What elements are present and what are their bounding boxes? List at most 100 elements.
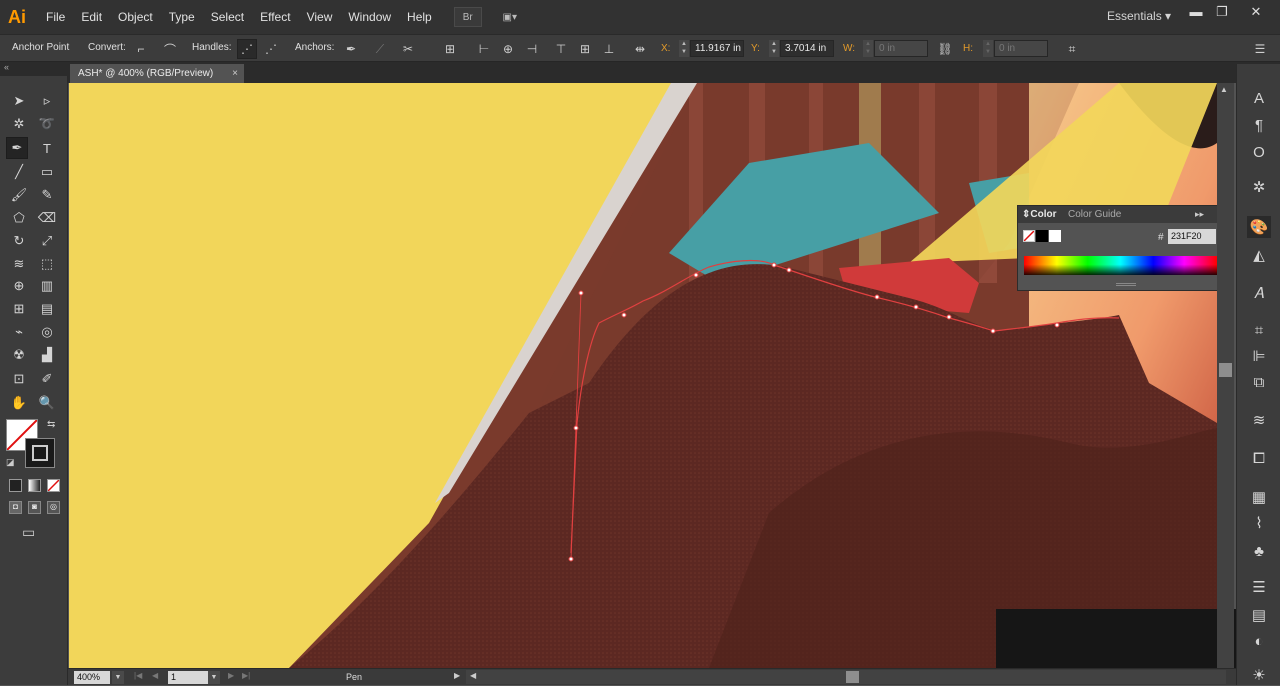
default-colors-icon[interactable]: ◪ [6, 457, 15, 468]
align-bottom-icon[interactable]: ⊥ [599, 39, 619, 59]
layers-icon[interactable]: ≋ [1247, 409, 1271, 431]
perspective-icon[interactable]: ▥ [36, 275, 58, 297]
symbols-panel-icon[interactable]: ♣ [1247, 540, 1271, 562]
close-tab-icon[interactable]: × [232, 64, 238, 83]
white-swatch[interactable] [1049, 230, 1061, 242]
stroke-icon[interactable]: ☰ [1247, 576, 1271, 598]
color-panel-icon[interactable]: 🎨 [1247, 216, 1271, 238]
symbol-sprayer-icon[interactable]: ☢ [8, 344, 30, 366]
close-window-button[interactable]: ✕ [1243, 3, 1269, 21]
previous-artboard-icon[interactable]: ◀ [152, 671, 158, 680]
cut-path-icon[interactable]: ✂ [398, 39, 418, 59]
connect-anchors-icon[interactable]: ⟋ [370, 39, 390, 59]
slice-icon[interactable]: ✐ [36, 368, 58, 390]
gradient-icon[interactable]: ▤ [36, 298, 58, 320]
w-field[interactable]: 0 in [874, 40, 928, 57]
menu-type[interactable]: Type [161, 0, 203, 34]
artboards-icon[interactable]: ⧠ [1247, 447, 1271, 469]
menu-view[interactable]: View [299, 0, 341, 34]
stroke-swatch[interactable] [25, 438, 55, 468]
menu-help[interactable]: Help [399, 0, 440, 34]
control-panel-menu-icon[interactable]: ☰ [1250, 39, 1270, 59]
menu-edit[interactable]: Edit [73, 0, 110, 34]
line-icon[interactable]: ╱ [8, 161, 30, 183]
appearance-icon[interactable]: ☀ [1247, 664, 1271, 686]
type-icon[interactable]: T [36, 137, 58, 159]
menu-window[interactable]: Window [340, 0, 399, 34]
resize-grip-icon[interactable] [1116, 283, 1136, 286]
menu-effect[interactable]: Effect [252, 0, 298, 34]
y-stepper[interactable]: ▲ ▼ [769, 40, 779, 57]
menu-select[interactable]: Select [203, 0, 252, 34]
none-mode-icon[interactable] [47, 479, 60, 492]
eraser-icon[interactable]: ⌫ [36, 207, 58, 229]
transparency-icon[interactable]: ◐ [1247, 630, 1271, 652]
convert-to-smooth-icon[interactable]: ⌒ [160, 39, 180, 59]
horizontal-scrollbar[interactable]: ◀ [466, 670, 1226, 684]
constrain-proportions-icon[interactable]: ⛓ [935, 39, 955, 59]
horizontal-scroll-thumb[interactable] [846, 671, 859, 683]
magic-wand-icon[interactable]: ✲ [8, 113, 30, 135]
opentype-icon[interactable]: O [1247, 141, 1271, 163]
align-left-icon[interactable]: ⊢ [474, 39, 494, 59]
h-stepper[interactable]: ▲ ▼ [983, 40, 993, 57]
scale-icon[interactable]: ⤢ [36, 230, 58, 252]
rotate-icon[interactable]: ↻ [8, 230, 30, 252]
pencil-icon[interactable]: ✎ [36, 184, 58, 206]
scroll-up-icon[interactable]: ▲ [1220, 85, 1228, 94]
gradient-panel-icon[interactable]: ▤ [1247, 604, 1271, 626]
w-stepper[interactable]: ▲ ▼ [863, 40, 873, 57]
graph-icon[interactable]: ▟ [36, 344, 58, 366]
brushes-icon[interactable]: ⌇ [1247, 512, 1271, 534]
transform-icon[interactable]: ⌗ [1247, 319, 1271, 341]
transform-icon[interactable]: ⌗ [1062, 39, 1082, 59]
last-artboard-icon[interactable]: ▶| [242, 671, 250, 680]
hide-handles-icon[interactable]: ⋰ [261, 39, 281, 59]
shaper-icon[interactable]: ⬠ [8, 207, 30, 229]
artboard-canvas[interactable] [69, 83, 1217, 668]
first-artboard-icon[interactable]: |◀ [134, 671, 142, 680]
restore-button[interactable]: ❐ [1209, 3, 1235, 21]
eyedropper-icon[interactable]: ⌁ [8, 321, 30, 343]
mesh-icon[interactable]: ⊞ [8, 298, 30, 320]
select-similar-icon[interactable]: ⊞ [440, 39, 460, 59]
align-middle-icon[interactable]: ⊞ [575, 39, 595, 59]
selection-icon[interactable]: ➤ [8, 90, 30, 112]
color-mode-icon[interactable] [9, 479, 22, 492]
align-center-icon[interactable]: ⊕ [498, 39, 518, 59]
menu-object[interactable]: Object [110, 0, 161, 34]
paragraph-icon[interactable]: ¶ [1247, 114, 1271, 136]
vertical-scrollbar[interactable]: ▲ [1217, 83, 1234, 668]
tab-color-guide[interactable]: Color Guide [1068, 209, 1121, 220]
artboard-icon[interactable]: ⊡ [8, 368, 30, 390]
zoom-dropdown-icon[interactable]: ▼ [112, 671, 124, 684]
swatches-icon[interactable]: ▦ [1247, 486, 1271, 508]
collapse-toolbar-icon[interactable]: « [4, 62, 9, 72]
align-top-icon[interactable]: ⊤ [551, 39, 571, 59]
workspace-switcher[interactable]: Essentials ▾ [1107, 9, 1171, 23]
y-field[interactable]: 3.7014 in [780, 40, 834, 57]
glyphs-icon[interactable]: 𝐴 [1247, 282, 1271, 304]
swap-fill-stroke-icon[interactable]: ⇆ [47, 419, 55, 430]
h-field[interactable]: 0 in [994, 40, 1048, 57]
hex-input[interactable]: 231F20 [1168, 229, 1216, 244]
symbols-icon[interactable]: ✲ [1247, 176, 1271, 198]
arrange-documents-button[interactable]: ▣▾ [496, 7, 524, 27]
draw-inside-icon[interactable]: ◎ [47, 501, 60, 514]
lasso-icon[interactable]: ➰ [36, 113, 58, 135]
black-swatch[interactable] [1036, 230, 1048, 242]
hand-icon[interactable]: ✋ [8, 392, 30, 414]
bridge-button[interactable]: Br [453, 7, 482, 27]
minimize-button[interactable]: ▬ [1183, 3, 1209, 21]
artboard-dropdown-icon[interactable]: ▼ [208, 671, 220, 684]
scroll-left-icon[interactable]: ◀ [470, 671, 476, 680]
document-tab[interactable]: ASH* @ 400% (RGB/Preview) × [70, 64, 244, 83]
draw-normal-icon[interactable]: ◘ [9, 501, 22, 514]
tab-color[interactable]: ⇕Color [1022, 209, 1057, 220]
zoom-icon[interactable]: 🔍 [36, 392, 58, 414]
pen-icon[interactable]: ✒ [6, 137, 28, 159]
collapse-panel-icon[interactable]: ▸▸ [1195, 209, 1204, 220]
menu-file[interactable]: File [38, 0, 73, 34]
align-right-icon[interactable]: ⊣ [522, 39, 542, 59]
color-guide-icon[interactable]: ◭ [1247, 244, 1271, 266]
